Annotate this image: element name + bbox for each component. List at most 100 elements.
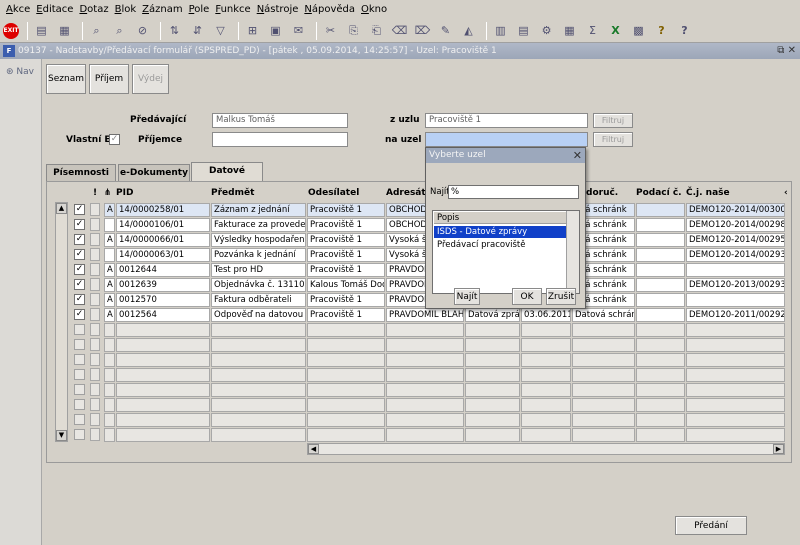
cell-doruc[interactable] [572, 338, 635, 352]
menu-item-n-pov-da[interactable]: Nápověda [301, 0, 358, 19]
cell-predmet[interactable] [211, 413, 306, 427]
cell-podaci[interactable] [636, 398, 685, 412]
cell-adresat[interactable] [386, 353, 464, 367]
header-predmet[interactable]: Předmět [211, 188, 254, 198]
cell-doruc[interactable] [572, 368, 635, 382]
cell-adresat[interactable] [386, 368, 464, 382]
help-topics-icon[interactable]: ◭ [459, 21, 478, 40]
header-cj[interactable]: Č.j. naše [686, 188, 730, 198]
cell-podaci[interactable] [636, 203, 685, 217]
menu-item-pole[interactable]: Pole [186, 0, 213, 19]
row-checkbox[interactable] [74, 369, 85, 380]
cell-podaci[interactable] [636, 263, 685, 277]
context-help-icon[interactable]: ? [675, 21, 694, 40]
cell-dzprava[interactable] [465, 413, 520, 427]
row-checkbox[interactable] [74, 429, 85, 440]
filtruj-z-uzlu-button[interactable]: Filtruj [593, 113, 633, 128]
seznam-button[interactable]: Seznam [46, 64, 86, 94]
cell-pid[interactable]: 0012564 [116, 308, 210, 322]
cell-doruc[interactable]: Datová schránk [572, 308, 635, 322]
dialog-find-button[interactable]: Najít [454, 288, 480, 305]
cell-doruc[interactable] [572, 383, 635, 397]
cell-odesilatel[interactable]: Pracoviště 1 [307, 293, 385, 307]
cell-doruc[interactable] [572, 398, 635, 412]
row-checkbox[interactable]: ✓ [74, 219, 85, 230]
cell-datum[interactable] [521, 428, 571, 442]
cell-podaci[interactable] [636, 338, 685, 352]
save-icon[interactable]: ▤ [32, 21, 51, 40]
row-checkbox[interactable]: ✓ [74, 234, 85, 245]
cell-dzprava[interactable] [465, 383, 520, 397]
cell-podaci[interactable] [636, 368, 685, 382]
cell-pid[interactable] [116, 323, 210, 337]
cell-predmet[interactable]: Odpověď na datovou z [211, 308, 306, 322]
find-input[interactable]: % [448, 185, 579, 199]
cell-pid[interactable] [116, 413, 210, 427]
cell-odesilatel[interactable]: Pracoviště 1 [307, 203, 385, 217]
cell-predmet[interactable]: Test pro HD [211, 263, 306, 277]
cell-odesilatel[interactable] [307, 398, 385, 412]
cancel-query-icon[interactable]: ⊘ [133, 21, 152, 40]
close-icon[interactable]: ✕ [573, 148, 582, 163]
cell-a[interactable] [104, 413, 115, 427]
vlastni-ej-checkbox[interactable]: ✓ [109, 134, 120, 145]
cell-datum[interactable] [521, 353, 571, 367]
row-checkbox[interactable]: ✓ [74, 249, 85, 260]
cell-cj[interactable]: DEMO120-2013/00293 [686, 278, 785, 292]
menu-item-okno[interactable]: Okno [358, 0, 390, 19]
row-checkbox[interactable] [74, 414, 85, 425]
cell-doruc[interactable] [572, 323, 635, 337]
scroll-right-icon[interactable]: ▶ [773, 444, 784, 454]
cell-cj[interactable] [686, 428, 785, 442]
row-selector[interactable] [90, 248, 100, 261]
cell-adresat[interactable] [386, 338, 464, 352]
cell-cj[interactable]: DEMO120-2011/00292 [686, 308, 785, 322]
cell-a[interactable]: A [104, 278, 115, 292]
cell-cj[interactable] [686, 293, 785, 307]
cell-podaci[interactable] [636, 383, 685, 397]
exit-icon[interactable]: EXIT [3, 22, 19, 39]
cell-a[interactable] [104, 398, 115, 412]
cell-odesilatel[interactable]: Kalous Tomáš Doc. [307, 278, 385, 292]
grid-icon[interactable]: ▩ [629, 21, 648, 40]
cell-a[interactable] [104, 323, 115, 337]
cell-datum[interactable] [521, 338, 571, 352]
cell-pid[interactable]: 14/0000106/01 [116, 218, 210, 232]
cell-podaci[interactable] [636, 278, 685, 292]
execute-query-icon[interactable]: ⌕ [110, 21, 129, 40]
cell-odesilatel[interactable] [307, 428, 385, 442]
nav-tab[interactable]: ⊛ Nav [6, 67, 34, 77]
cell-odesilatel[interactable] [307, 353, 385, 367]
horizontal-scrollbar[interactable]: ◀ ▶ [307, 443, 785, 455]
row-selector[interactable] [90, 398, 100, 411]
cell-cj[interactable] [686, 383, 785, 397]
menu-item-z-znam[interactable]: Záznam [139, 0, 185, 19]
excel-icon[interactable]: X [606, 21, 625, 40]
row-selector[interactable] [90, 368, 100, 381]
cell-doruc[interactable] [572, 413, 635, 427]
cell-odesilatel[interactable]: Pracoviště 1 [307, 248, 385, 262]
cell-pid[interactable]: 14/0000066/01 [116, 233, 210, 247]
table-icon[interactable]: ▦ [560, 21, 579, 40]
cell-a[interactable] [104, 383, 115, 397]
cell-datum[interactable] [521, 323, 571, 337]
vydej-button[interactable]: Výdej [132, 64, 169, 94]
cell-dzprava[interactable] [465, 323, 520, 337]
cell-adresat[interactable] [386, 398, 464, 412]
z-uzlu-field[interactable]: Pracoviště 1 [425, 113, 588, 128]
cell-a[interactable] [104, 218, 115, 232]
row-selector[interactable] [90, 278, 100, 291]
tab-datove-zpravy[interactable]: Datové zprávy [191, 162, 263, 192]
cell-predmet[interactable]: Fakturace za proveden [211, 218, 306, 232]
cell-datum[interactable] [521, 413, 571, 427]
row-checkbox[interactable]: ✓ [74, 294, 85, 305]
cell-cj[interactable]: DEMO120-2014/00293 [686, 248, 785, 262]
edit-icon[interactable]: ✎ [436, 21, 455, 40]
predavajici-field[interactable]: Malkus Tomáš [212, 113, 348, 128]
cell-pid[interactable]: 14/0000258/01 [116, 203, 210, 217]
row-checkbox[interactable]: ✓ [74, 264, 85, 275]
cell-pid[interactable] [116, 368, 210, 382]
row-selector[interactable] [90, 308, 100, 321]
menu-item-funkce[interactable]: Funkce [212, 0, 253, 19]
cell-predmet[interactable]: Výsledky hospodaření [211, 233, 306, 247]
